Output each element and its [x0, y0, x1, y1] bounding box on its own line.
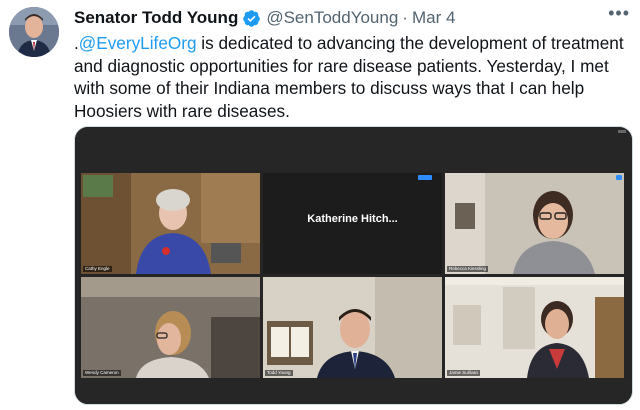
video-call-top-bar	[75, 127, 632, 171]
tweet-media-video-call[interactable]: Cathy Engle Katherine Hitch... Rebecca K…	[74, 126, 633, 405]
participant-name-1: Cathy Engle	[83, 266, 112, 272]
separator-dot: ·	[402, 8, 408, 27]
participant-center-name: Katherine Hitch...	[307, 213, 398, 225]
participant-5-video	[263, 277, 442, 378]
tweet-header: Senator Todd Young @SenToddYoung · Mar 4	[74, 6, 628, 30]
participant-tile-4[interactable]: Wendy Cameron	[81, 277, 260, 378]
mention-link[interactable]: @EveryLifeOrg	[79, 33, 197, 53]
participant-name-5: Todd Young	[265, 370, 293, 376]
participant-tile-3[interactable]: Rebecca Kiessling	[445, 173, 624, 274]
participant-name-4: Wendy Cameron	[83, 370, 121, 376]
participant-3-video	[445, 173, 624, 274]
participant-tile-1[interactable]: Cathy Engle	[81, 173, 260, 274]
author-name[interactable]: Senator Todd Young	[74, 8, 238, 28]
verified-badge-icon	[243, 9, 261, 27]
more-dots-icon[interactable]: •••	[608, 3, 630, 24]
tweet-date[interactable]: Mar 4	[412, 8, 455, 28]
participant-tile-6[interactable]: Jamie Sullivan	[445, 277, 624, 378]
participant-4-video	[81, 277, 260, 378]
video-call-bottom-bar	[75, 379, 632, 404]
participant-1-video	[81, 173, 260, 274]
participant-name-6: Jamie Sullivan	[447, 370, 481, 376]
author-avatar[interactable]	[9, 7, 59, 57]
author-handle[interactable]: @SenToddYoung	[266, 8, 398, 28]
participant-6-video	[445, 277, 624, 378]
tweet-text: .@EveryLifeOrg is dedicated to advancing…	[74, 32, 634, 122]
participant-tile-5[interactable]: Todd Young	[263, 277, 442, 378]
unmute-badge-icon	[418, 175, 432, 180]
participant-badge-icon	[616, 175, 622, 180]
participant-name-3: Rebecca Kiessling	[447, 266, 489, 272]
participant-tile-2[interactable]: Katherine Hitch...	[263, 173, 442, 274]
window-controls-icon	[618, 130, 626, 133]
